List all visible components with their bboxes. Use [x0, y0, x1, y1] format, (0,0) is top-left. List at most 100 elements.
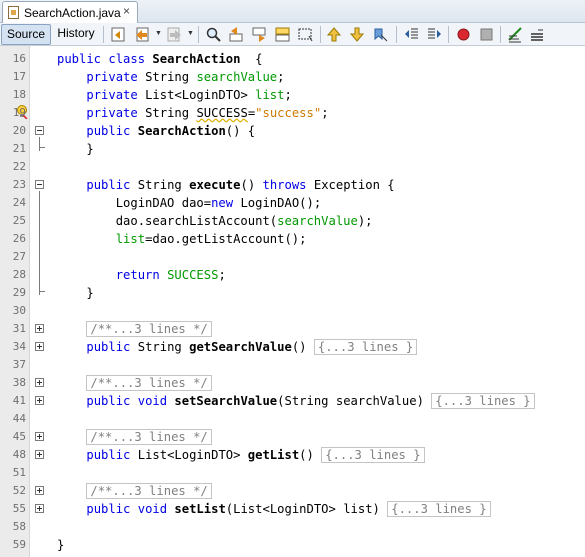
collapse-fold-icon[interactable]: [35, 180, 44, 189]
code-line[interactable]: private List<LoginDTO> list;: [57, 86, 291, 104]
collapsed-block[interactable]: {...3 lines }: [321, 447, 425, 463]
record-macro-icon[interactable]: [455, 26, 472, 43]
uncomment-icon[interactable]: [529, 26, 546, 43]
collapsed-block[interactable]: {...3 lines }: [431, 393, 535, 409]
forward-icon[interactable]: [166, 26, 183, 43]
last-edit-icon[interactable]: [110, 26, 127, 43]
line-number: 58: [12, 520, 26, 533]
collapsed-block[interactable]: /**...3 lines */: [86, 483, 212, 499]
code-token: List<LoginDTO>: [137, 448, 248, 462]
code-line[interactable]: public List<LoginDTO> getList() {...3 li…: [57, 446, 425, 464]
code-line[interactable]: public SearchAction() {: [57, 122, 255, 140]
collapse-fold-icon[interactable]: [35, 126, 44, 135]
line-number: 30: [12, 304, 26, 317]
close-tab-icon[interactable]: ×: [123, 4, 130, 18]
code-token: () {: [225, 124, 256, 138]
line-number: 25: [12, 214, 26, 227]
code-line[interactable]: }: [57, 140, 93, 158]
stop-macro-icon[interactable]: [478, 26, 495, 43]
source-button[interactable]: Source: [1, 24, 51, 45]
code-line[interactable]: public class SearchAction {: [57, 50, 262, 68]
editor-tab[interactable]: SearchAction.java ×: [2, 1, 138, 24]
forward-dropdown-icon[interactable]: ▼: [187, 30, 194, 37]
code-line[interactable]: /**...3 lines */: [57, 428, 212, 446]
back-icon[interactable]: [134, 26, 151, 43]
code-token: new: [211, 196, 241, 210]
collapsed-block[interactable]: {...3 lines }: [313, 339, 418, 355]
back-dropdown-icon[interactable]: ▼: [155, 30, 162, 37]
history-button[interactable]: History: [53, 24, 99, 45]
collapsed-block[interactable]: {...3 lines }: [387, 501, 491, 517]
find-prev-icon[interactable]: [228, 26, 245, 43]
code-line[interactable]: public String execute() throws Exception…: [57, 176, 395, 194]
shift-left-icon[interactable]: [403, 26, 420, 43]
code-line[interactable]: /**...3 lines */: [57, 482, 212, 500]
line-number: 18: [12, 88, 26, 101]
expand-fold-icon[interactable]: [35, 378, 44, 387]
code-token: =dao.getListAccount();: [145, 232, 307, 246]
collapsed-block[interactable]: /**...3 lines */: [86, 429, 212, 445]
code-line[interactable]: list=dao.getListAccount();: [57, 230, 307, 248]
prev-bookmark-icon[interactable]: [326, 26, 343, 43]
line-number: 34: [12, 340, 26, 353]
line-number: 31: [12, 322, 26, 335]
shift-right-icon[interactable]: [426, 26, 443, 43]
next-bookmark-icon[interactable]: [349, 26, 366, 43]
expand-fold-icon[interactable]: [35, 504, 44, 513]
code-line[interactable]: }: [57, 536, 64, 554]
expand-fold-icon[interactable]: [35, 432, 44, 441]
code-token: void: [137, 394, 175, 408]
code-line[interactable]: dao.searchListAccount(searchValue);: [57, 212, 373, 230]
line-number: 37: [12, 358, 26, 371]
code-token: execute: [189, 178, 241, 192]
code-token: (): [291, 340, 314, 354]
code-token: public: [86, 124, 138, 138]
find-next-icon[interactable]: [251, 26, 268, 43]
find-icon[interactable]: [205, 26, 222, 43]
line-number: 52: [12, 484, 26, 497]
fold-end-marker: [39, 291, 45, 292]
expand-fold-icon[interactable]: [35, 342, 44, 351]
fold-guide-line: [39, 191, 40, 295]
code-token: SearchAction: [137, 124, 226, 138]
code-line[interactable]: public String getSearchValue() {...3 lin…: [57, 338, 418, 356]
toolbar-separator: [448, 26, 449, 43]
collapsed-block[interactable]: /**...3 lines */: [86, 321, 212, 337]
code-line[interactable]: private String SUCCESS="success";: [57, 104, 328, 122]
code-token: SearchAction: [152, 52, 241, 66]
line-number: 19: [12, 106, 26, 119]
code-token: class: [108, 52, 153, 66]
code-line[interactable]: LoginDAO dao=new LoginDAO();: [57, 194, 321, 212]
code-line[interactable]: private String searchValue;: [57, 68, 284, 86]
toggle-bookmark-icon[interactable]: [372, 26, 389, 43]
code-line[interactable]: return SUCCESS;: [57, 266, 226, 284]
expand-fold-icon[interactable]: [35, 450, 44, 459]
code-token: }: [57, 538, 65, 552]
code-line[interactable]: public void setSearchValue(String search…: [57, 392, 535, 410]
code-line[interactable]: public void setList(List<LoginDTO> list)…: [57, 500, 491, 518]
comment-icon[interactable]: [507, 26, 524, 43]
collapsed-block[interactable]: /**...3 lines */: [86, 375, 212, 391]
code-token: Exception {: [313, 178, 395, 192]
expand-fold-icon[interactable]: [35, 396, 44, 405]
line-number: 44: [12, 412, 26, 425]
code-line[interactable]: /**...3 lines */: [57, 374, 212, 392]
expand-fold-icon[interactable]: [35, 324, 44, 333]
code-line[interactable]: /**...3 lines */: [57, 320, 212, 338]
code-token: return: [115, 268, 168, 282]
toggle-highlight-icon[interactable]: [274, 26, 291, 43]
toggle-rect-select-icon[interactable]: [297, 26, 314, 43]
code-line[interactable]: }: [57, 284, 93, 302]
fold-guide-line: [39, 137, 40, 151]
editor-tab-bar: SearchAction.java ×: [0, 0, 585, 24]
expand-fold-icon[interactable]: [35, 486, 44, 495]
code-token: getList: [247, 448, 300, 462]
